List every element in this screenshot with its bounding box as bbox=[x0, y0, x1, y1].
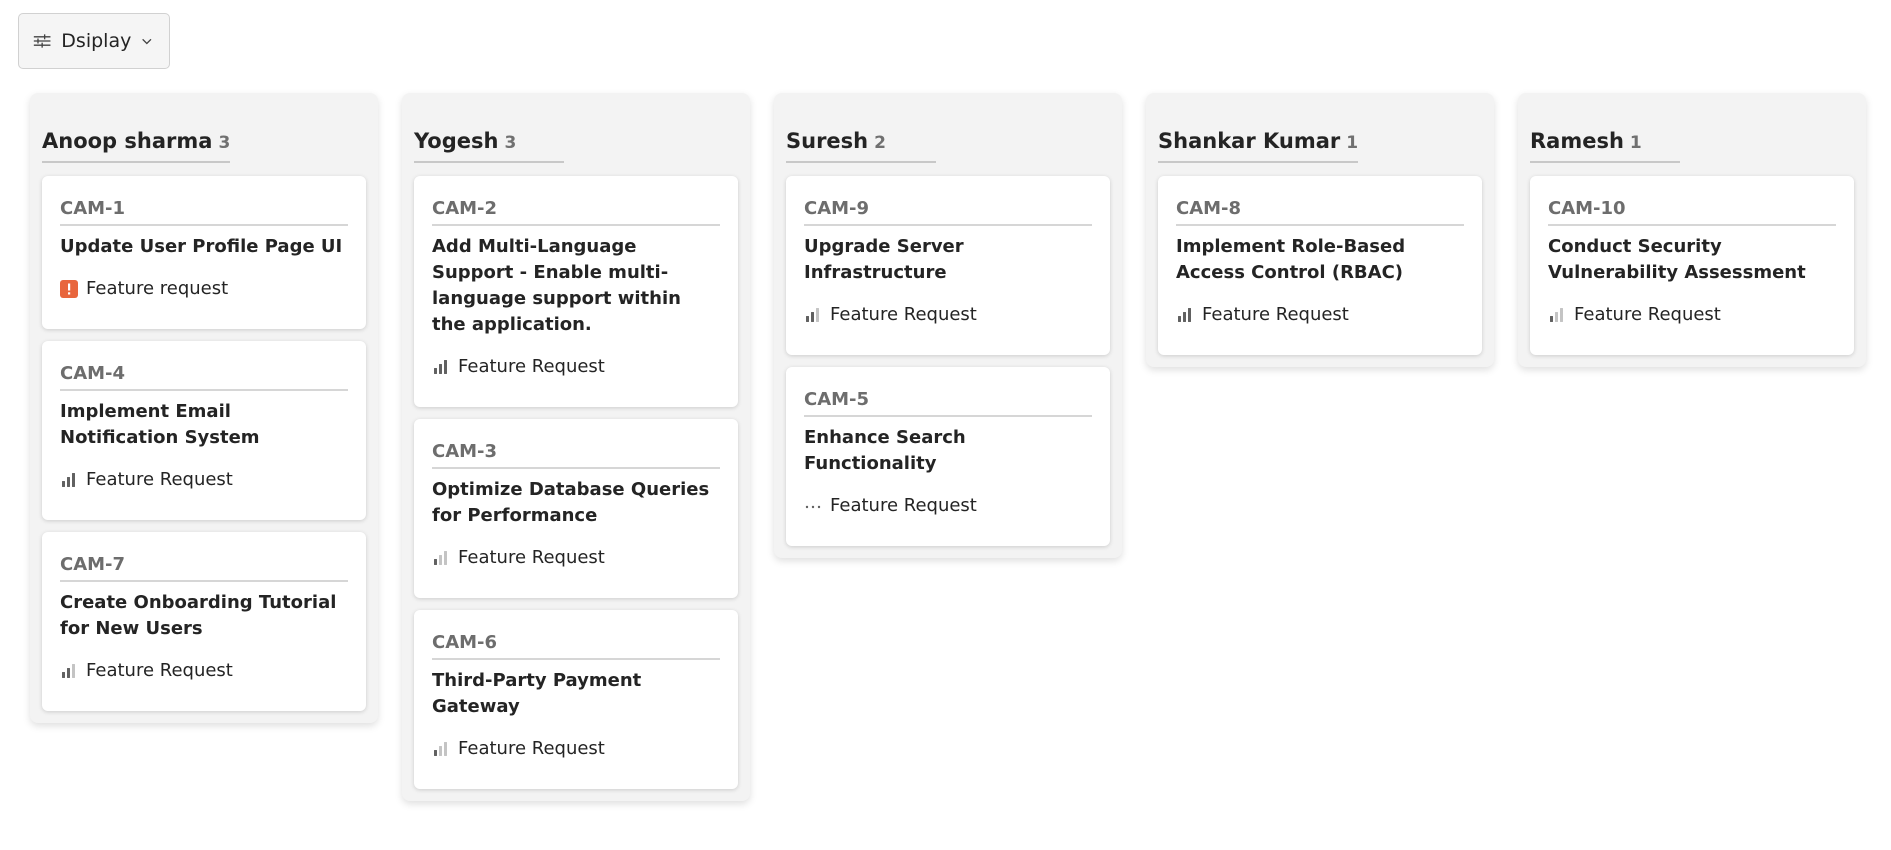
column-count: 3 bbox=[218, 133, 231, 153]
card-tag: Feature Request bbox=[432, 738, 605, 759]
task-card[interactable]: CAM-2 Add Multi-Language Support - Enable… bbox=[414, 176, 738, 407]
column-header: Ramesh 1 bbox=[1530, 129, 1680, 163]
column-count: 3 bbox=[504, 133, 517, 153]
card-tag-label: Feature Request bbox=[86, 469, 233, 490]
kanban-board: Anoop sharma 3 CAM-1 Update User Profile Pa… bbox=[30, 93, 1866, 801]
card-title: Create Onboarding Tutorial for New Users bbox=[60, 592, 337, 639]
card-id: CAM-9 bbox=[804, 198, 1092, 226]
task-card[interactable]: CAM-10 Conduct Security Vulnerability Ass… bbox=[1530, 176, 1854, 355]
card-id: CAM-4 bbox=[60, 363, 348, 391]
card-title: Update User Profile Page UI bbox=[60, 236, 343, 257]
card-tag-label: Feature Request bbox=[86, 660, 233, 681]
no-priority-icon bbox=[804, 497, 822, 515]
column-name: Shankar Kumar bbox=[1158, 129, 1341, 153]
card-title: Conduct Security Vulnerability Assessmen… bbox=[1548, 236, 1806, 283]
column-header: Shankar Kumar 1 bbox=[1158, 129, 1359, 163]
low-priority-icon bbox=[1548, 306, 1566, 324]
card-id: CAM-5 bbox=[804, 389, 1092, 417]
card-tag: Feature Request bbox=[804, 495, 977, 516]
card-title: Implement Role-Based Access Control (RBA… bbox=[1176, 236, 1406, 283]
card-tag: Feature Request bbox=[804, 304, 977, 325]
task-card[interactable]: CAM-8 Implement Role-Based Access Control… bbox=[1158, 176, 1482, 355]
column-count: 2 bbox=[874, 133, 886, 153]
chevron-down-icon bbox=[142, 38, 152, 45]
card-title: Add Multi-Language Support - Enable mult… bbox=[432, 236, 681, 335]
column-header: Yogesh 3 bbox=[414, 129, 564, 163]
column-count: 1 bbox=[1346, 133, 1359, 153]
card-id: CAM-8 bbox=[1176, 198, 1464, 226]
column-name: Suresh bbox=[786, 129, 869, 153]
card-id: CAM-2 bbox=[432, 198, 720, 226]
card-tag: Feature Request bbox=[1548, 304, 1721, 325]
high-priority-icon bbox=[60, 471, 78, 489]
card-title: Third-Party Payment Gateway bbox=[432, 670, 642, 717]
card-id: CAM-7 bbox=[60, 554, 348, 582]
card-tag: Feature Request bbox=[60, 469, 233, 490]
card-tag: Feature request bbox=[60, 278, 228, 299]
card-id: CAM-6 bbox=[432, 632, 720, 660]
card-tag-label: Feature Request bbox=[1574, 304, 1721, 325]
column-header: Suresh 2 bbox=[786, 129, 936, 163]
card-title: Optimize Database Queries for Performanc… bbox=[432, 479, 710, 526]
card-tag-label: Feature Request bbox=[830, 495, 977, 516]
column-name: Yogesh bbox=[414, 129, 499, 153]
board-column: Yogesh 3 CAM-2 Add Multi-Language Support -… bbox=[402, 93, 750, 801]
task-card[interactable]: CAM-1 Update User Profile Page UI Feature … bbox=[42, 176, 366, 329]
card-tag: Feature Request bbox=[1176, 304, 1349, 325]
card-id: CAM-3 bbox=[432, 441, 720, 469]
column-name: Anoop sharma bbox=[42, 129, 213, 153]
task-card[interactable]: CAM-7 Create Onboarding Tutorial for New … bbox=[42, 532, 366, 711]
task-card[interactable]: CAM-6 Third-Party Payment Gateway Feature … bbox=[414, 610, 738, 789]
card-title: Enhance Search Functionality bbox=[804, 427, 966, 474]
board-column: Shankar Kumar 1 CAM-8 Implement Role-Based … bbox=[1146, 93, 1494, 367]
low-priority-icon bbox=[432, 740, 450, 758]
high-priority-icon bbox=[1176, 306, 1194, 324]
card-title: Upgrade Server Infrastructure bbox=[804, 236, 964, 283]
card-tag-label: Feature request bbox=[86, 278, 229, 299]
card-tag-label: Feature Request bbox=[458, 547, 605, 568]
board-column: Ramesh 1 CAM-10 Conduct Security Vulnerabil… bbox=[1518, 93, 1866, 367]
board-column: Suresh 2 CAM-9 Upgrade Server Infrastructur… bbox=[774, 93, 1122, 558]
sliders-icon bbox=[33, 34, 51, 48]
low-priority-icon bbox=[432, 549, 450, 567]
task-card[interactable]: CAM-5 Enhance Search Functionality Feature… bbox=[786, 367, 1110, 546]
task-card[interactable]: CAM-4 Implement Email Notification System… bbox=[42, 341, 366, 520]
card-id: CAM-10 bbox=[1548, 198, 1836, 226]
card-tag-label: Feature Request bbox=[1202, 304, 1349, 325]
column-count: 1 bbox=[1629, 133, 1642, 153]
medium-priority-icon bbox=[60, 662, 78, 680]
card-tag-label: Feature Request bbox=[830, 304, 977, 325]
display-button-label: Dsiplay bbox=[61, 30, 132, 52]
card-title: Implement Email Notification System bbox=[60, 401, 260, 448]
card-tag-label: Feature Request bbox=[458, 356, 605, 377]
column-name: Ramesh bbox=[1530, 129, 1624, 153]
task-card[interactable]: CAM-3 Optimize Database Queries for Perfo… bbox=[414, 419, 738, 598]
card-tag-label: Feature Request bbox=[458, 738, 605, 759]
board-column: Anoop sharma 3 CAM-1 Update User Profile Pa… bbox=[30, 93, 378, 723]
card-tag: Feature Request bbox=[432, 356, 605, 377]
card-tag: Feature Request bbox=[432, 547, 605, 568]
display-button[interactable]: Dsiplay bbox=[18, 13, 170, 69]
card-id: CAM-1 bbox=[60, 198, 348, 226]
column-header: Anoop sharma 3 bbox=[42, 129, 231, 163]
urgent-priority-icon bbox=[60, 279, 78, 298]
high-priority-icon bbox=[432, 358, 450, 376]
card-tag: Feature Request bbox=[60, 660, 233, 681]
task-card[interactable]: CAM-9 Upgrade Server Infrastructure Featur… bbox=[786, 176, 1110, 355]
medium-priority-icon bbox=[804, 306, 822, 324]
